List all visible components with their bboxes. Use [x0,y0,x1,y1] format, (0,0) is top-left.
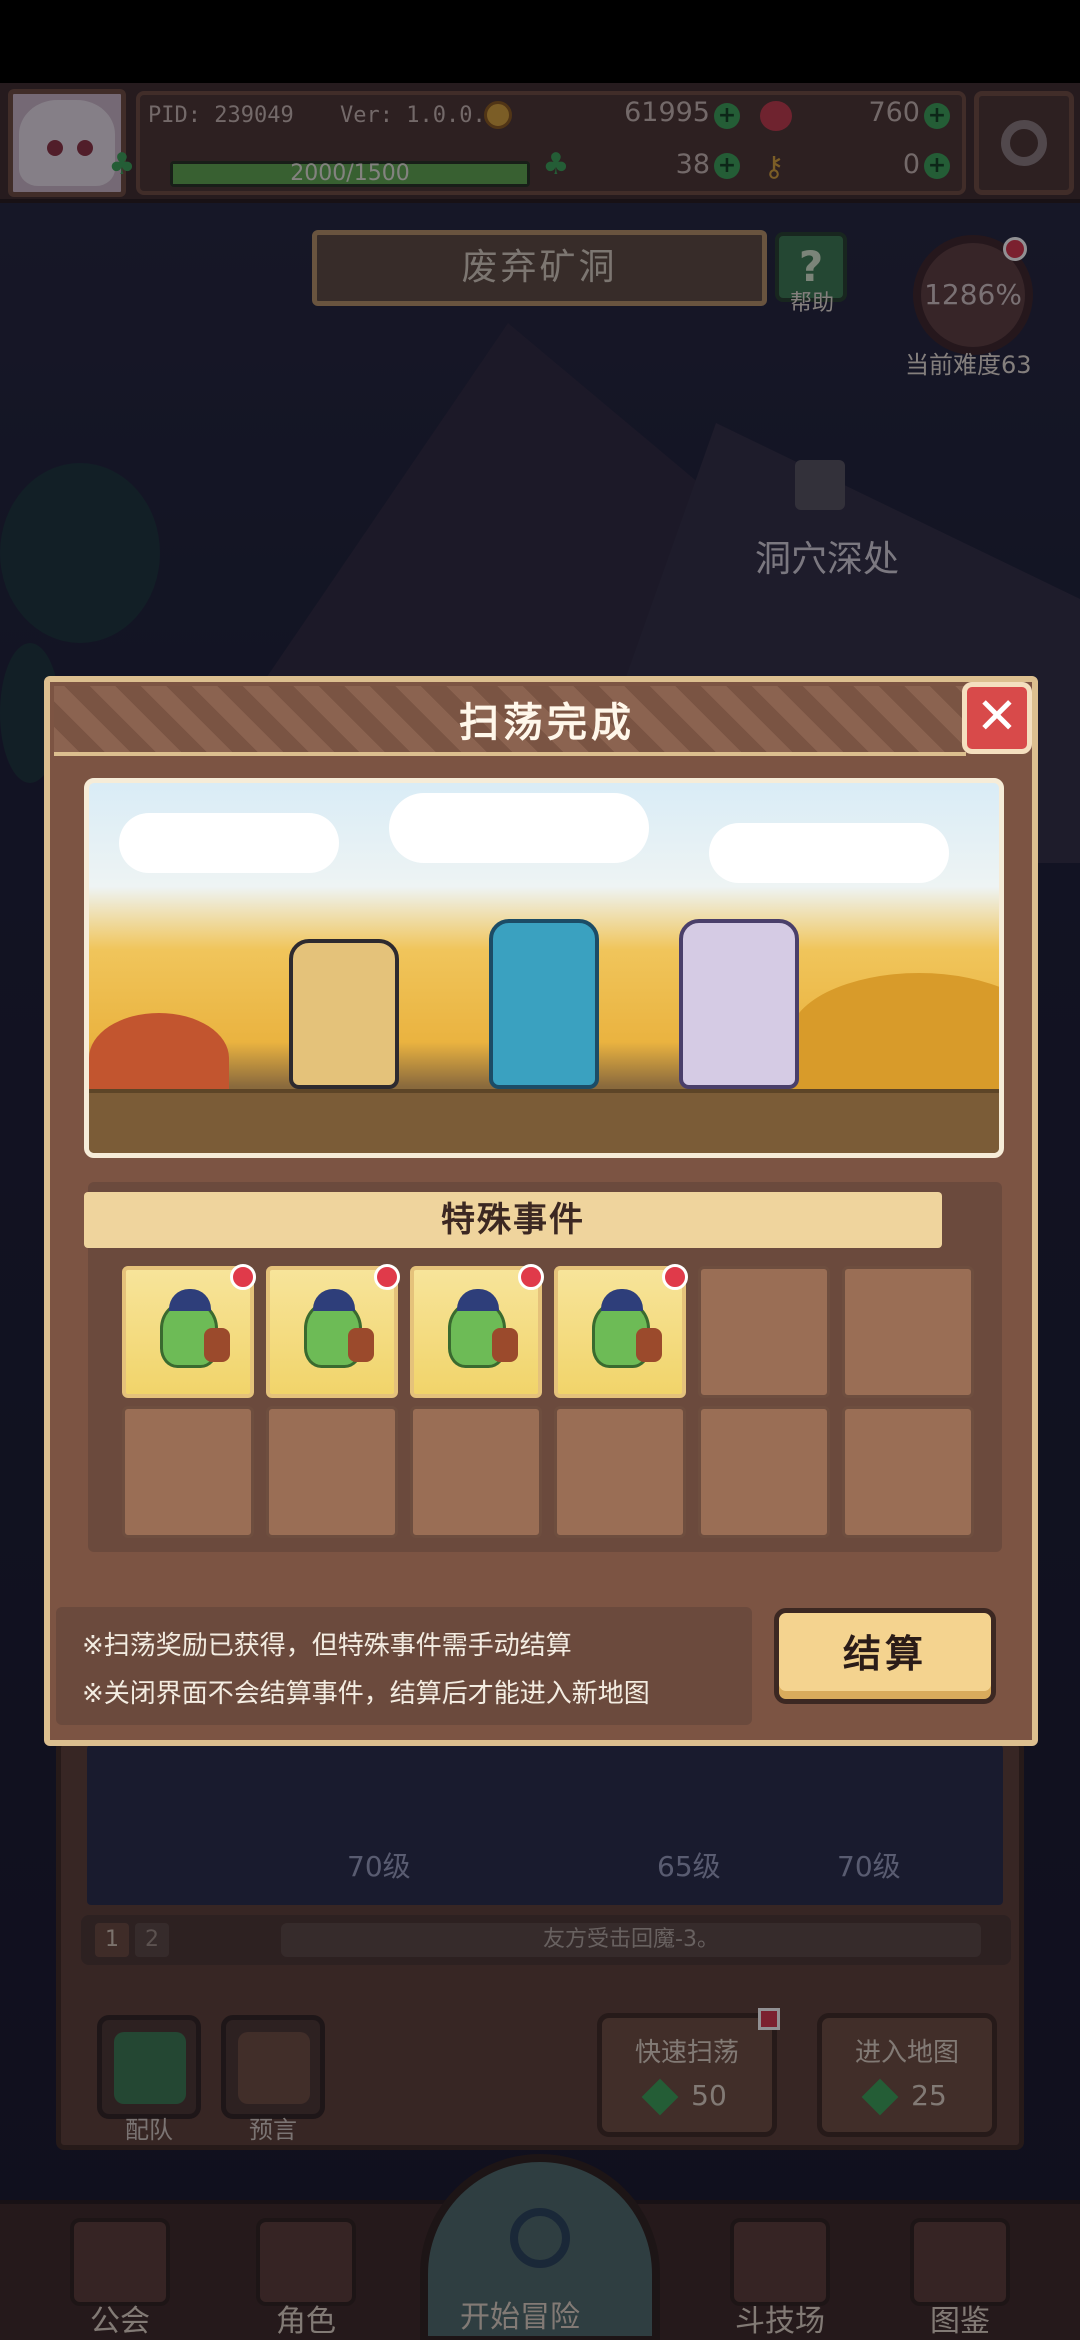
sweep-complete-dialog: 扫荡完成 ✕ 特殊事件 ※扫荡奖励已获得，但特殊事件需手动结算 ※关闭界面不会结… [44,676,1038,1746]
water-hero [489,919,599,1089]
event-item-slot[interactable] [122,1264,256,1398]
mage-hero [289,939,399,1089]
empty-event-slot [410,1406,542,1538]
note-line-1: ※扫荡奖励已获得，但特殊事件需手动结算 [82,1631,572,1661]
notification-dot [662,1264,688,1290]
team-banner-image [84,778,1004,1158]
notification-dot [230,1264,256,1290]
event-item-slot[interactable] [410,1264,544,1398]
notification-dot [518,1264,544,1290]
close-button[interactable]: ✕ [962,682,1032,754]
empty-event-slot [698,1266,830,1398]
dialog-title: 扫荡完成 [459,700,635,746]
sack-icon [492,1328,518,1362]
note-line-2: ※关闭界面不会结算事件，结算后才能进入新地图 [82,1679,650,1709]
sack-icon [348,1328,374,1362]
settle-button[interactable]: 结算 [774,1608,996,1704]
rabbit-knight-hero [679,919,799,1089]
event-item-slot[interactable] [266,1264,400,1398]
empty-event-slot [698,1406,830,1538]
sack-icon [636,1328,662,1362]
note-box: ※扫荡奖励已获得，但特殊事件需手动结算 ※关闭界面不会结算事件，结算后才能进入新… [56,1607,752,1725]
event-item-slot[interactable] [554,1264,688,1398]
empty-event-slot [122,1406,254,1538]
events-header: 特殊事件 [84,1192,942,1248]
empty-event-slot [554,1406,686,1538]
empty-event-slot [842,1266,974,1398]
empty-event-slot [266,1406,398,1538]
notification-dot [374,1264,400,1290]
sack-icon [204,1328,230,1362]
empty-event-slot [842,1406,974,1538]
